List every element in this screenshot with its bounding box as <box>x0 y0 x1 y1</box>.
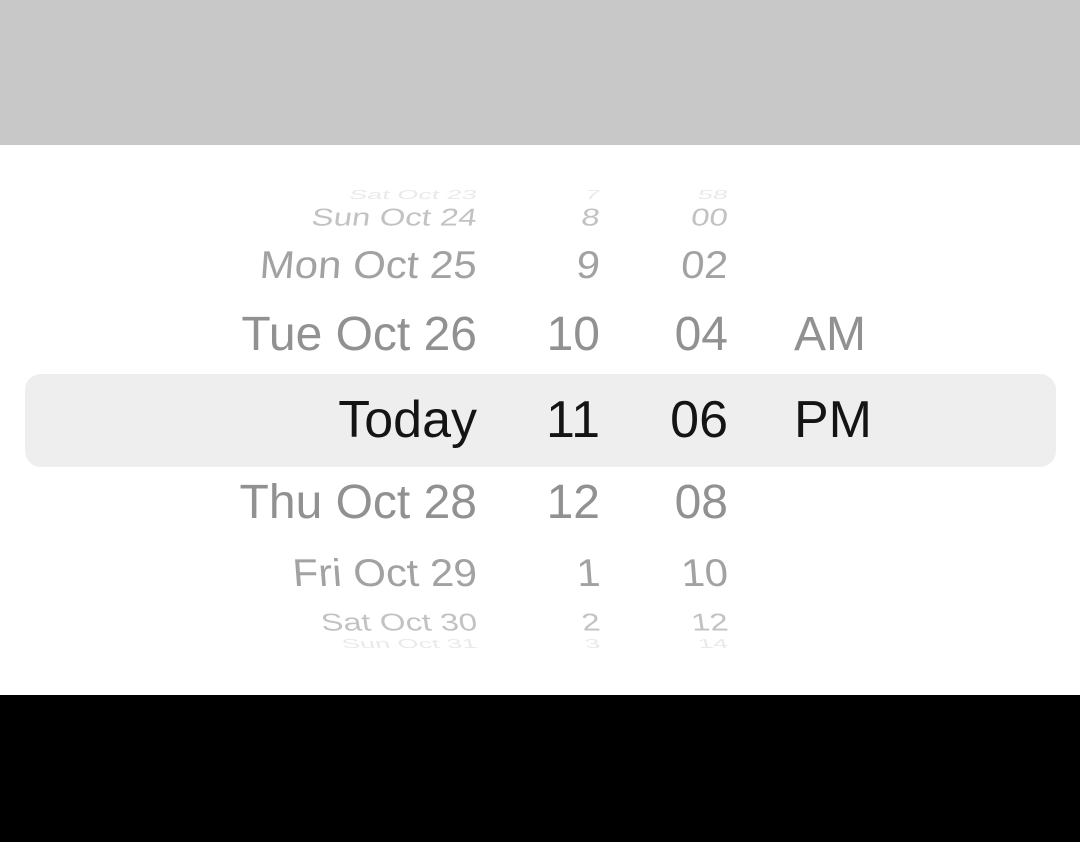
datetime-wheel[interactable]: Sat Oct 23 7 58 Sun Oct 24 8 00 Mon Oct 25 9 02 T… <box>0 145 1080 695</box>
wheel-cell-minute[interactable]: 10 <box>680 551 730 594</box>
wheel-cell-date[interactable]: Fri Oct 29 <box>291 551 479 594</box>
wheel-cell-meridiem[interactable]: AM <box>794 311 866 359</box>
phone-screen: Sat Oct 23 7 58 Sun Oct 24 8 00 Mon Oct 25 9 02 T… <box>0 0 1080 842</box>
system-navigation-bar <box>0 695 1080 842</box>
wheel-cell-date[interactable]: Sun Oct 24 <box>310 203 479 230</box>
wheel-cell-minute[interactable]: 08 <box>675 479 728 527</box>
wheel-cell-date[interactable]: Tue Oct 26 <box>241 311 477 359</box>
wheel-cell-meridiem[interactable]: PM <box>794 394 872 446</box>
wheel-cell-hour[interactable]: 8 <box>580 203 602 230</box>
wheel-cell-minute[interactable]: 12 <box>689 608 730 635</box>
wheel-cell-minute[interactable]: 00 <box>689 203 730 230</box>
wheel-cell-date[interactable]: Mon Oct 25 <box>258 243 478 286</box>
wheel-cell-hour[interactable]: 1 <box>575 551 602 594</box>
wheel-cell-date[interactable]: Sat Oct 23 <box>348 188 479 202</box>
wheel-cell-hour[interactable]: 11 <box>546 394 600 446</box>
wheel-cell-minute[interactable]: 58 <box>696 188 730 202</box>
wheel-cell-minute[interactable]: 04 <box>675 311 728 359</box>
wheel-cell-minute[interactable]: 06 <box>670 394 728 446</box>
wheel-cell-date[interactable]: Sat Oct 30 <box>319 608 479 635</box>
wheel-cell-hour[interactable]: 10 <box>547 311 600 359</box>
wheel-cell-date[interactable]: Today <box>338 394 477 446</box>
wheel-cell-hour[interactable]: 7 <box>583 188 602 202</box>
wheel-cell-hour[interactable]: 9 <box>575 243 602 286</box>
datetime-picker-sheet: Sat Oct 23 7 58 Sun Oct 24 8 00 Mon Oct 25 9 02 T… <box>0 145 1080 695</box>
wheel-cell-hour[interactable]: 3 <box>583 637 602 651</box>
wheel-cell-date[interactable]: Thu Oct 28 <box>240 479 477 527</box>
dimmed-background-scrim[interactable] <box>0 0 1080 145</box>
wheel-cell-hour[interactable]: 2 <box>580 608 602 635</box>
wheel-cell-hour[interactable]: 12 <box>547 479 600 527</box>
wheel-cell-minute[interactable]: 02 <box>680 243 730 286</box>
wheel-cell-date[interactable]: Sun Oct 31 <box>340 637 479 651</box>
wheel-cell-minute[interactable]: 14 <box>696 637 730 651</box>
